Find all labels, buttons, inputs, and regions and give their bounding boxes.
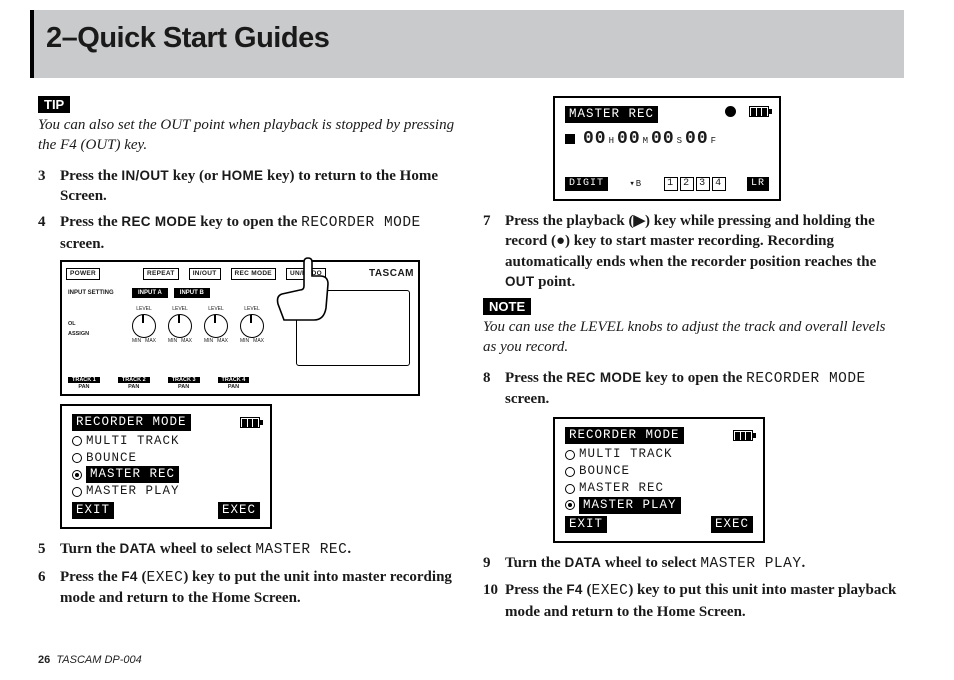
brand-logo: TASCAM — [369, 268, 414, 279]
step-10: 10 Press the F4 (EXEC) key to put this u… — [483, 580, 900, 622]
level-knob-d: LEVEL MINMAX — [238, 306, 266, 344]
ol-label: OL — [68, 320, 122, 330]
lcd-title: RECORDER MODE — [565, 427, 684, 444]
record-dot-icon — [725, 106, 736, 117]
content-columns: TIP You can also set the OUT point when … — [38, 96, 900, 628]
pointing-hand-icon — [270, 256, 340, 326]
step-text: Press the REC MODE key to open the RECOR… — [505, 368, 900, 410]
stop-icon — [565, 134, 575, 144]
assign-label: ASSIGN — [68, 330, 122, 340]
section-header: 2–Quick Start Guides — [30, 10, 904, 78]
note-text: You can use the LEVEL knobs to adjust th… — [483, 317, 900, 358]
level-knob-c: LEVEL MINMAX — [202, 306, 230, 344]
step-9: 9 Turn the DATA wheel to select MASTER P… — [483, 553, 900, 575]
lcd-title: RECORDER MODE — [72, 414, 191, 431]
battery-icon — [240, 417, 260, 428]
input-b-label: INPUT B — [174, 288, 210, 298]
step-number: 10 — [483, 580, 505, 622]
page-number: 26 — [38, 654, 50, 666]
step-text: Press the F4 (EXEC) key to put this unit… — [505, 580, 900, 622]
step-5: 5 Turn the DATA wheel to select MASTER R… — [38, 539, 455, 561]
step-text: Turn the DATA wheel to select MASTER REC… — [60, 539, 455, 561]
step-text: Press the playback (▶) key while pressin… — [505, 211, 900, 292]
step-8: 8 Press the REC MODE key to open the REC… — [483, 368, 900, 410]
input-setting-label: INPUT SETTING — [68, 290, 126, 296]
battery-icon — [733, 430, 753, 441]
lcd-recorder-mode-2: RECORDER MODE MULTI TRACK BOUNCE MASTER … — [553, 417, 900, 542]
step-text: Press the IN/OUT key (or HOME key) to re… — [60, 166, 455, 207]
lr-label: LR — [747, 177, 769, 191]
step-6: 6 Press the F4 (EXEC) key to put the uni… — [38, 567, 455, 609]
page-footer: 26 TASCAM DP-004 — [38, 654, 142, 666]
step-number: 6 — [38, 567, 60, 609]
step-text: Press the REC MODE key to open the RECOR… — [60, 212, 455, 254]
step-text: Turn the DATA wheel to select MASTER PLA… — [505, 553, 900, 575]
step-number: 8 — [483, 368, 505, 410]
step-number: 5 — [38, 539, 60, 561]
tip-tag: TIP — [38, 96, 70, 113]
device-panel-illustration: POWER REPEAT IN/OUT REC MODE UN/REDO TAS… — [60, 260, 420, 396]
track-cells: 1 2 3 4 — [664, 177, 726, 191]
battery-icon — [749, 106, 769, 117]
section-title: 2–Quick Start Guides — [34, 10, 904, 55]
lcd-exit: EXIT — [565, 516, 607, 533]
repeat-button-label: REPEAT — [143, 268, 179, 280]
lcd-recorder-mode-1: RECORDER MODE MULTI TRACK BOUNCE MASTER … — [60, 404, 455, 529]
step-number: 4 — [38, 212, 60, 254]
lcd-exec: EXEC — [218, 502, 260, 519]
power-button-label: POWER — [66, 268, 100, 280]
step-text: Press the F4 (EXEC) key to put the unit … — [60, 567, 455, 609]
lcd-title: MASTER REC — [565, 106, 658, 123]
level-knob-a: LEVEL MINMAX — [130, 306, 158, 344]
cursor-indicator: ▾B — [629, 178, 642, 190]
lcd-exit: EXIT — [72, 502, 114, 519]
product-model: TASCAM DP-004 — [56, 654, 141, 666]
step-3: 3 Press the IN/OUT key (or HOME key) to … — [38, 166, 455, 207]
digit-label: DIGIT — [565, 177, 608, 191]
lcd-master-rec: MASTER REC 00H 00M 00S 00F — [553, 96, 900, 201]
step-number: 7 — [483, 211, 505, 292]
input-a-label: INPUT A — [132, 288, 168, 298]
step-number: 9 — [483, 553, 505, 575]
step-number: 3 — [38, 166, 60, 207]
step-7: 7 Press the playback (▶) key while press… — [483, 211, 900, 292]
tip-text: You can also set the OUT point when play… — [38, 115, 455, 156]
note-tag: NOTE — [483, 298, 531, 315]
level-knob-b: LEVEL MINMAX — [166, 306, 194, 344]
left-column: TIP You can also set the OUT point when … — [38, 96, 455, 628]
lcd-exec: EXEC — [711, 516, 753, 533]
inout-button-label: IN/OUT — [189, 268, 221, 280]
step-4: 4 Press the REC MODE key to open the REC… — [38, 212, 455, 254]
right-column: MASTER REC 00H 00M 00S 00F — [483, 96, 900, 628]
manual-page: 2–Quick Start Guides TIP You can also se… — [0, 0, 954, 680]
